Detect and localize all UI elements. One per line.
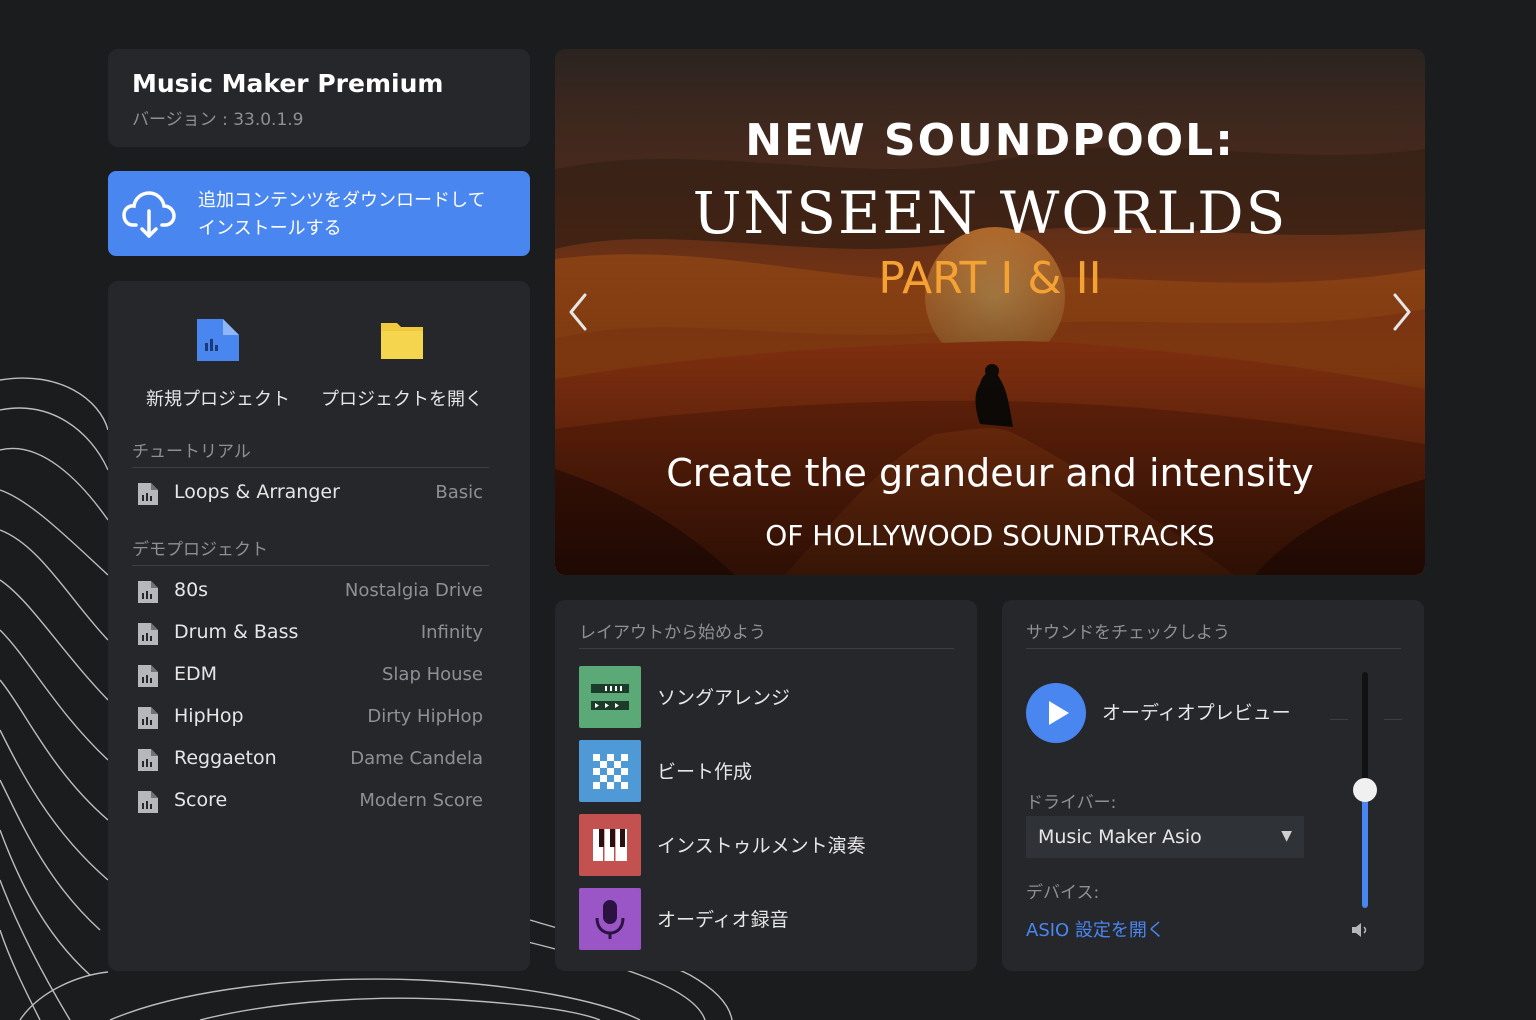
cloud-download-icon — [122, 191, 176, 238]
demo-item-edm[interactable]: EDM Slap House — [138, 659, 483, 691]
new-project-icon — [197, 319, 239, 361]
audio-preview-label: オーディオプレビュー — [1102, 702, 1291, 724]
tutorial-item[interactable]: Loops & Arranger Basic — [138, 477, 483, 509]
demo-item-drum-bass[interactable]: Drum & Bass Infinity — [138, 617, 483, 649]
demo-item-genre: HipHop — [174, 705, 244, 727]
demo-item-reggaeton[interactable]: Reggaeton Dame Candela — [138, 743, 483, 775]
banner-line-2: UNSEEN WORLDS — [692, 179, 1288, 247]
slider-tick-left — [1330, 719, 1348, 720]
app-title: Music Maker Premium — [132, 69, 444, 98]
app-version: バージョン : 33.0.1.9 — [132, 110, 304, 130]
project-file-icon — [138, 791, 158, 813]
beat-grid-icon — [579, 740, 641, 802]
microphone-icon — [579, 888, 641, 950]
start-panel: 新規プロジェクト プロジェクトを開く チュートリアル Loops & Arran… — [108, 281, 530, 971]
demo-item-genre: 80s — [174, 579, 209, 601]
driver-select-value: Music Maker Asio — [1038, 826, 1202, 848]
layout-instrument-play[interactable]: インストゥルメント演奏 — [579, 814, 949, 876]
driver-select[interactable]: Music Maker Asio ▼ — [1026, 816, 1304, 858]
demo-item-genre: EDM — [174, 663, 218, 685]
demo-item-hiphop[interactable]: HipHop Dirty HipHop — [138, 701, 483, 733]
song-arrange-icon — [579, 666, 641, 728]
banner-line-1: NEW SOUNDPOOL: — [745, 115, 1235, 166]
tutorial-heading: チュートリアル — [132, 442, 251, 462]
tutorial-divider — [132, 467, 489, 468]
project-file-icon — [138, 707, 158, 729]
project-file-icon — [138, 581, 158, 603]
project-file-icon — [138, 665, 158, 687]
new-project-button[interactable]: 新規プロジェクト — [128, 317, 308, 411]
open-project-button[interactable]: プロジェクトを開く — [312, 317, 492, 411]
new-project-label: 新規プロジェクト — [146, 389, 290, 410]
demo-divider — [132, 565, 489, 566]
layout-beat-creation[interactable]: ビート作成 — [579, 740, 949, 802]
project-file-icon — [138, 749, 158, 771]
audio-preview-play-button[interactable] — [1026, 683, 1086, 743]
layout-heading: レイアウトから始めよう — [579, 623, 766, 643]
open-project-label: プロジェクトを開く — [321, 389, 483, 410]
demo-item-title: Modern Score — [359, 790, 483, 811]
driver-label: ドライバー: — [1026, 793, 1117, 813]
banner-next-icon[interactable] — [1387, 289, 1417, 335]
banner-line-3: PART I & II — [878, 253, 1102, 304]
demo-item-title: Infinity — [420, 622, 483, 643]
layout-label: ソングアレンジ — [657, 687, 791, 709]
layout-label: インストゥルメント演奏 — [657, 835, 866, 857]
download-line-2: インストールする — [198, 218, 342, 239]
slider-tick-right — [1384, 719, 1402, 720]
demo-item-80s[interactable]: 80s Nostalgia Drive — [138, 575, 483, 607]
promo-banner[interactable]: NEW SOUNDPOOL: UNSEEN WORLDS PART I & II… — [555, 49, 1425, 575]
layout-song-arrange[interactable]: ソングアレンジ — [579, 666, 949, 728]
demo-item-title: Dame Candela — [350, 748, 483, 769]
folder-icon — [381, 323, 423, 359]
banner-prev-icon[interactable] — [563, 289, 593, 335]
app-info-panel: Music Maker Premium バージョン : 33.0.1.9 — [108, 49, 530, 147]
project-file-icon — [138, 623, 158, 645]
demo-item-title: Slap House — [381, 664, 483, 685]
demo-item-title: Nostalgia Drive — [344, 580, 483, 601]
sound-divider — [1026, 648, 1401, 649]
chevron-down-icon: ▼ — [1281, 828, 1292, 844]
banner-line-4: Create the grandeur and intensity — [666, 451, 1314, 495]
demo-item-genre: Reggaeton — [174, 747, 277, 769]
piano-icon — [579, 814, 641, 876]
layout-label: ビート作成 — [657, 761, 753, 783]
download-line-1: 追加コンテンツをダウンロードして — [198, 190, 486, 211]
volume-slider-knob[interactable] — [1353, 778, 1377, 802]
layout-panel: レイアウトから始めよう ソングアレンジ ビート作成 インストゥルメント演奏 オー… — [555, 600, 977, 971]
play-icon — [1049, 701, 1069, 725]
demo-item-title: Dirty HipHop — [367, 706, 483, 727]
tutorial-item-level: Basic — [435, 482, 483, 503]
asio-settings-link[interactable]: ASIO 設定を開く — [1026, 916, 1165, 942]
layout-divider — [579, 648, 954, 649]
layout-label: オーディオ録音 — [657, 909, 789, 931]
banner-line-5: OF HOLLYWOOD SOUNDTRACKS — [765, 519, 1215, 552]
tutorial-item-name: Loops & Arranger — [174, 481, 340, 503]
sound-heading: サウンドをチェックしよう — [1026, 623, 1230, 643]
layout-audio-record[interactable]: オーディオ録音 — [579, 888, 949, 950]
sound-check-panel: サウンドをチェックしよう オーディオプレビュー ドライバー: Music Mak… — [1002, 600, 1424, 971]
demo-item-genre: Drum & Bass — [174, 621, 299, 643]
speaker-icon — [1352, 923, 1367, 937]
demo-heading: デモプロジェクト — [132, 540, 268, 560]
demo-item-genre: Score — [174, 789, 228, 811]
device-label: デバイス: — [1026, 883, 1100, 903]
download-content-button[interactable]: 追加コンテンツをダウンロードして インストールする — [108, 171, 530, 256]
demo-item-score[interactable]: Score Modern Score — [138, 785, 483, 817]
volume-slider-fill — [1362, 790, 1368, 908]
project-file-icon — [138, 483, 158, 505]
